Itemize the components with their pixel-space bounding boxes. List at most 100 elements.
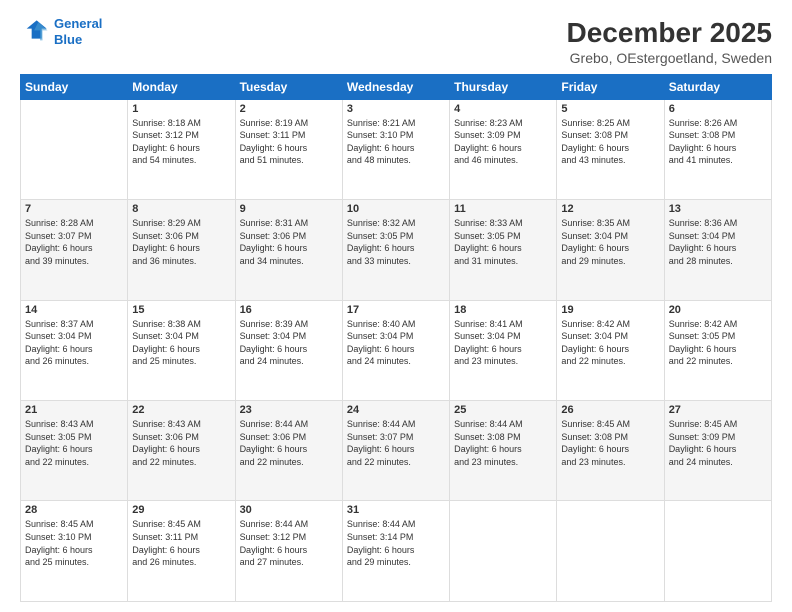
calendar-cell: 15 Sunrise: 8:38 AM Sunset: 3:04 PM Dayli… — [128, 300, 235, 400]
calendar-week-row: 7Sunrise: 8:28 AM Sunset: 3:07 PM Daylig… — [21, 200, 772, 300]
calendar-week-row: 1 Sunrise: 8:18 AM Sunset: 3:12 PM Daylig… — [21, 99, 772, 199]
calendar-cell: 27 Sunrise: 8:45 AM Sunset: 3:09 PM Dayli… — [664, 401, 771, 501]
calendar-cell: 25 Sunrise: 8:44 AM Sunset: 3:08 PM Dayli… — [450, 401, 557, 501]
calendar-cell: 13 Sunrise: 8:36 AM Sunset: 3:04 PM Dayli… — [664, 200, 771, 300]
calendar-cell: 10 Sunrise: 8:32 AM Sunset: 3:05 PM Dayli… — [342, 200, 449, 300]
day-info: Sunrise: 8:36 AM Sunset: 3:04 PM Dayligh… — [669, 217, 767, 267]
day-number: 1 — [132, 103, 230, 115]
logo-text: General Blue — [54, 16, 102, 47]
day-number: 25 — [454, 404, 552, 416]
header: General Blue December 2025 Grebo, OEster… — [20, 16, 772, 66]
day-info: Sunrise: 8:38 AM Sunset: 3:04 PM Dayligh… — [132, 318, 230, 368]
day-number: 31 — [347, 504, 445, 516]
calendar-cell: 30 Sunrise: 8:44 AM Sunset: 3:12 PM Dayli… — [235, 501, 342, 602]
logo-icon — [20, 17, 50, 47]
calendar-cell: 7Sunrise: 8:28 AM Sunset: 3:07 PM Daylig… — [21, 200, 128, 300]
day-info: Sunrise: 8:45 AM Sunset: 3:10 PM Dayligh… — [25, 518, 123, 568]
day-number: 27 — [669, 404, 767, 416]
day-number: 16 — [240, 304, 338, 316]
day-number: 18 — [454, 304, 552, 316]
calendar-cell: 18 Sunrise: 8:41 AM Sunset: 3:04 PM Dayli… — [450, 300, 557, 400]
day-info: Sunrise: 8:44 AM Sunset: 3:12 PM Dayligh… — [240, 518, 338, 568]
day-number: 17 — [347, 304, 445, 316]
day-info: Sunrise: 8:31 AM Sunset: 3:06 PM Dayligh… — [240, 217, 338, 267]
calendar-cell: 8Sunrise: 8:29 AM Sunset: 3:06 PM Daylig… — [128, 200, 235, 300]
day-number: 10 — [347, 203, 445, 215]
calendar-cell: 23Sunrise: 8:44 AM Sunset: 3:06 PM Dayli… — [235, 401, 342, 501]
calendar-table: Sunday Monday Tuesday Wednesday Thursday… — [20, 74, 772, 602]
day-info: Sunrise: 8:19 AM Sunset: 3:11 PM Dayligh… — [240, 117, 338, 167]
calendar-cell — [557, 501, 664, 602]
day-number: 15 — [132, 304, 230, 316]
day-number: 13 — [669, 203, 767, 215]
col-friday: Friday — [557, 74, 664, 99]
calendar-cell: 12 Sunrise: 8:35 AM Sunset: 3:04 PM Dayli… — [557, 200, 664, 300]
calendar-week-row: 21 Sunrise: 8:43 AM Sunset: 3:05 PM Dayli… — [21, 401, 772, 501]
day-info: Sunrise: 8:21 AM Sunset: 3:10 PM Dayligh… — [347, 117, 445, 167]
col-saturday: Saturday — [664, 74, 771, 99]
day-info: Sunrise: 8:39 AM Sunset: 3:04 PM Dayligh… — [240, 318, 338, 368]
day-info: Sunrise: 8:26 AM Sunset: 3:08 PM Dayligh… — [669, 117, 767, 167]
calendar-cell: 4 Sunrise: 8:23 AM Sunset: 3:09 PM Daylig… — [450, 99, 557, 199]
day-number: 4 — [454, 103, 552, 115]
day-info: Sunrise: 8:25 AM Sunset: 3:08 PM Dayligh… — [561, 117, 659, 167]
logo-general: General — [54, 16, 102, 31]
day-number: 29 — [132, 504, 230, 516]
day-info: Sunrise: 8:37 AM Sunset: 3:04 PM Dayligh… — [25, 318, 123, 368]
day-info: Sunrise: 8:45 AM Sunset: 3:11 PM Dayligh… — [132, 518, 230, 568]
day-info: Sunrise: 8:45 AM Sunset: 3:08 PM Dayligh… — [561, 418, 659, 468]
calendar-cell: 1 Sunrise: 8:18 AM Sunset: 3:12 PM Daylig… — [128, 99, 235, 199]
calendar-cell: 14 Sunrise: 8:37 AM Sunset: 3:04 PM Dayli… — [21, 300, 128, 400]
day-number: 21 — [25, 404, 123, 416]
day-info: Sunrise: 8:43 AM Sunset: 3:05 PM Dayligh… — [25, 418, 123, 468]
day-info: Sunrise: 8:44 AM Sunset: 3:08 PM Dayligh… — [454, 418, 552, 468]
day-number: 12 — [561, 203, 659, 215]
day-number: 6 — [669, 103, 767, 115]
calendar-cell: 6 Sunrise: 8:26 AM Sunset: 3:08 PM Daylig… — [664, 99, 771, 199]
calendar-cell: 11Sunrise: 8:33 AM Sunset: 3:05 PM Dayli… — [450, 200, 557, 300]
calendar-cell — [21, 99, 128, 199]
calendar-cell: 2 Sunrise: 8:19 AM Sunset: 3:11 PM Daylig… — [235, 99, 342, 199]
day-number: 14 — [25, 304, 123, 316]
calendar-cell: 5 Sunrise: 8:25 AM Sunset: 3:08 PM Daylig… — [557, 99, 664, 199]
calendar-header-row: Sunday Monday Tuesday Wednesday Thursday… — [21, 74, 772, 99]
day-info: Sunrise: 8:35 AM Sunset: 3:04 PM Dayligh… — [561, 217, 659, 267]
col-sunday: Sunday — [21, 74, 128, 99]
page: General Blue December 2025 Grebo, OEster… — [0, 0, 792, 612]
day-info: Sunrise: 8:45 AM Sunset: 3:09 PM Dayligh… — [669, 418, 767, 468]
title-block: December 2025 Grebo, OEstergoetland, Swe… — [567, 16, 772, 66]
day-number: 20 — [669, 304, 767, 316]
main-title: December 2025 — [567, 16, 772, 50]
day-number: 2 — [240, 103, 338, 115]
col-wednesday: Wednesday — [342, 74, 449, 99]
day-info: Sunrise: 8:18 AM Sunset: 3:12 PM Dayligh… — [132, 117, 230, 167]
calendar-cell: 24 Sunrise: 8:44 AM Sunset: 3:07 PM Dayli… — [342, 401, 449, 501]
calendar-cell: 29 Sunrise: 8:45 AM Sunset: 3:11 PM Dayli… — [128, 501, 235, 602]
day-number: 5 — [561, 103, 659, 115]
calendar-cell: 31 Sunrise: 8:44 AM Sunset: 3:14 PM Dayli… — [342, 501, 449, 602]
day-number: 8 — [132, 203, 230, 215]
day-info: Sunrise: 8:23 AM Sunset: 3:09 PM Dayligh… — [454, 117, 552, 167]
day-info: Sunrise: 8:41 AM Sunset: 3:04 PM Dayligh… — [454, 318, 552, 368]
day-number: 24 — [347, 404, 445, 416]
calendar-week-row: 28Sunrise: 8:45 AM Sunset: 3:10 PM Dayli… — [21, 501, 772, 602]
day-info: Sunrise: 8:44 AM Sunset: 3:07 PM Dayligh… — [347, 418, 445, 468]
day-number: 30 — [240, 504, 338, 516]
calendar-cell: 21 Sunrise: 8:43 AM Sunset: 3:05 PM Dayli… — [21, 401, 128, 501]
calendar-cell: 28Sunrise: 8:45 AM Sunset: 3:10 PM Dayli… — [21, 501, 128, 602]
day-info: Sunrise: 8:42 AM Sunset: 3:05 PM Dayligh… — [669, 318, 767, 368]
calendar-cell — [450, 501, 557, 602]
calendar-week-row: 14 Sunrise: 8:37 AM Sunset: 3:04 PM Dayli… — [21, 300, 772, 400]
day-info: Sunrise: 8:44 AM Sunset: 3:14 PM Dayligh… — [347, 518, 445, 568]
logo: General Blue — [20, 16, 102, 47]
day-number: 22 — [132, 404, 230, 416]
day-number: 11 — [454, 203, 552, 215]
day-info: Sunrise: 8:28 AM Sunset: 3:07 PM Dayligh… — [25, 217, 123, 267]
col-tuesday: Tuesday — [235, 74, 342, 99]
day-info: Sunrise: 8:44 AM Sunset: 3:06 PM Dayligh… — [240, 418, 338, 468]
day-info: Sunrise: 8:32 AM Sunset: 3:05 PM Dayligh… — [347, 217, 445, 267]
calendar-cell: 16 Sunrise: 8:39 AM Sunset: 3:04 PM Dayli… — [235, 300, 342, 400]
calendar-cell — [664, 501, 771, 602]
calendar-cell: 20 Sunrise: 8:42 AM Sunset: 3:05 PM Dayli… — [664, 300, 771, 400]
col-monday: Monday — [128, 74, 235, 99]
